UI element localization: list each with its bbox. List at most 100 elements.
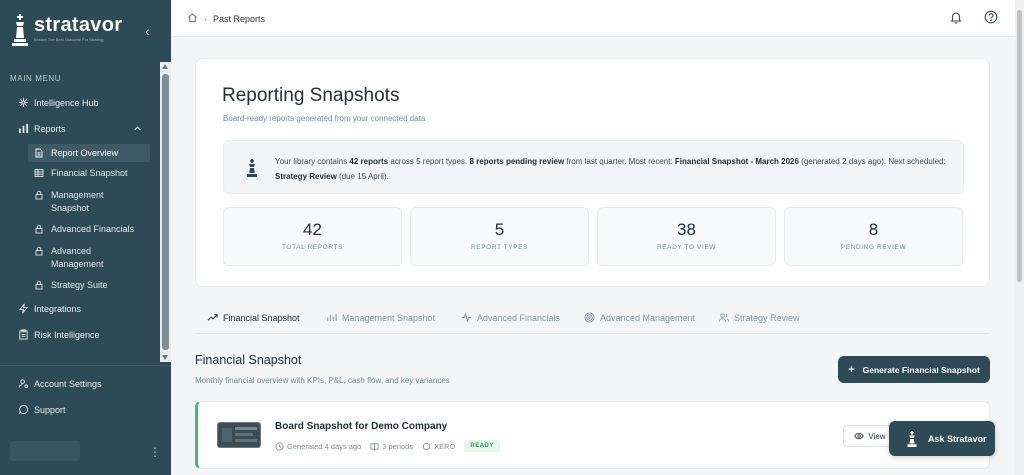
lock-icon (34, 245, 44, 257)
sidebar-item-financial-snapshot[interactable]: Financial Snapshot (28, 167, 150, 180)
lock-icon (34, 223, 44, 235)
tab-label: Strategy Review (734, 312, 800, 323)
stat-label: PENDING REVIEW (840, 244, 907, 251)
generated-meta: Generated 4 days ago (275, 442, 361, 451)
report-thumbnail (217, 422, 261, 448)
sidebar-item-advanced-financials[interactable]: Advanced Financials (28, 223, 150, 236)
library-summary-text: Your library contains 42 reports across … (275, 154, 955, 184)
clipboard-icon (18, 329, 29, 340)
ask-stratavor-button[interactable]: Ask Stratavor (889, 421, 995, 456)
stat-label: REPORT TYPES (470, 244, 529, 251)
source-text: XERO (434, 441, 456, 451)
sidebar-item-integrations[interactable]: Integrations (18, 303, 81, 314)
chevron-up-icon (132, 123, 143, 136)
summary-total: 42 reports (349, 157, 389, 166)
plus-icon: + (848, 363, 855, 376)
document-icon (34, 147, 44, 159)
breadcrumb-separator-icon: › (204, 13, 207, 24)
stat-label: TOTAL REPORTS (281, 244, 343, 251)
sidebar-divider (0, 365, 171, 366)
bar-chart-icon (18, 123, 29, 134)
target-icon (584, 312, 595, 323)
button-label: Generate Financial Snapshot (862, 364, 980, 375)
sidebar-item-risk-intelligence[interactable]: Risk Intelligence (18, 329, 100, 340)
tab-strategy-review[interactable]: Strategy Review (718, 312, 800, 323)
home-icon[interactable] (187, 12, 198, 25)
chess-king-icon (12, 14, 28, 46)
sidebar-item-label: Integrations (34, 303, 82, 314)
sidebar-item-management-snapshot[interactable]: Management Snapshot (28, 189, 150, 215)
scroll-up-icon[interactable] (162, 64, 168, 69)
stat-ready-to-view: 38 READY TO VIEW (597, 207, 776, 266)
eye-icon (854, 432, 865, 440)
brand-logo[interactable]: stratavor Ensure The Best Outcome For St… (10, 14, 122, 46)
summary-text: (generated 2 days ago). Next scheduled: (798, 157, 946, 166)
summary-text: across 5 report types. (388, 157, 470, 166)
stat-value: 42 (303, 220, 322, 239)
sidebar-item-intelligence-hub[interactable]: Intelligence Hub (18, 97, 99, 108)
section-subtitle: Monthly financial overview with KPIs, P&… (195, 376, 450, 385)
sidebar-item-label: Strategy Suite (51, 280, 108, 290)
users-icon (718, 313, 729, 322)
reporting-snapshots-card: Reporting Snapshots Board-ready reports … (195, 58, 990, 287)
sidebar-item-label: Management Snapshot (51, 190, 104, 213)
stat-label: READY TO VIEW (656, 244, 717, 251)
stat-value: 5 (494, 220, 505, 239)
stat-value: 38 (677, 220, 696, 239)
scroll-down-icon[interactable] (162, 355, 168, 360)
more-options-icon[interactable]: ⋮ (149, 446, 161, 458)
sidebar-item-label: Advanced Management (51, 246, 104, 269)
table-icon (34, 167, 44, 179)
summary-text: (due 15 April). (336, 172, 389, 181)
summary-pending: 8 reports pending review (469, 157, 565, 166)
stat-report-types: 5 REPORT TYPES (410, 207, 589, 266)
sidebar-item-label: Reports (34, 123, 66, 134)
trend-icon (207, 314, 218, 321)
sidebar-item-reports[interactable]: Reports (18, 123, 143, 134)
sidebar-item-label: Advanced Financials (51, 224, 135, 234)
report-title[interactable]: Board Snapshot for Demo Company (275, 421, 447, 432)
sidebar-item-strategy-suite[interactable]: Strategy Suite (28, 279, 150, 292)
sidebar-item-label: Account Settings (34, 378, 102, 389)
notifications-bell-icon[interactable] (949, 10, 963, 24)
topbar: › Past Reports (171, 0, 1015, 37)
tab-management-snapshot[interactable]: Management Snapshot (326, 312, 435, 323)
brand-name: stratavor (34, 14, 123, 36)
stat-value: 8 (868, 220, 879, 239)
scrollbar-thumb[interactable] (162, 74, 169, 350)
tab-advanced-financials[interactable]: Advanced Financials (461, 312, 560, 323)
book-icon (370, 442, 379, 451)
lightning-icon (18, 303, 29, 314)
tab-label: Advanced Financials (477, 312, 561, 323)
report-type-tabs: Financial Snapshot Management Snapshot A… (195, 306, 990, 334)
generate-financial-snapshot-button[interactable]: + Generate Financial Snapshot (838, 356, 990, 383)
sidebar-item-support[interactable]: Support (18, 404, 66, 415)
clock-icon (275, 441, 284, 451)
tab-label: Advanced Management (600, 312, 696, 323)
collapse-sidebar-icon[interactable]: ‹ (145, 24, 157, 38)
sidebar-item-account-settings[interactable]: Account Settings (18, 378, 102, 389)
sidebar: stratavor Ensure The Best Outcome For St… (0, 0, 171, 475)
tab-advanced-management[interactable]: Advanced Management (584, 312, 695, 323)
sidebar-scrollbar[interactable] (160, 62, 171, 362)
bars-icon (327, 313, 337, 322)
user-profile[interactable] (10, 441, 80, 461)
source-icon (422, 442, 431, 450)
page-scrollbar[interactable] (1015, 0, 1024, 475)
sidebar-item-advanced-management[interactable]: Advanced Management (28, 245, 150, 271)
library-summary: Your library contains 42 reports across … (223, 140, 964, 194)
summary-text: from last quarter. Most recent: (564, 157, 675, 166)
help-icon[interactable] (984, 10, 998, 24)
summary-next: Strategy Review (275, 172, 337, 181)
sidebar-item-report-overview[interactable]: Report Overview (28, 144, 150, 162)
page-scrollbar-thumb[interactable] (1017, 10, 1022, 282)
page-subtitle: Board-ready reports generated from your … (223, 114, 426, 123)
status-badge: READY (464, 440, 500, 452)
summary-recent: Financial Snapshot - March 2026 (674, 157, 799, 166)
tab-financial-snapshot[interactable]: Financial Snapshot (207, 312, 300, 323)
ask-label: Ask Stratavor (928, 433, 987, 444)
sidebar-item-label: Report Overview (51, 147, 119, 158)
lock-icon (34, 189, 44, 201)
brand-tagline: Ensure The Best Outcome For Strategy (34, 37, 105, 42)
report-card[interactable]: Board Snapshot for Demo Company Generate… (195, 401, 990, 469)
